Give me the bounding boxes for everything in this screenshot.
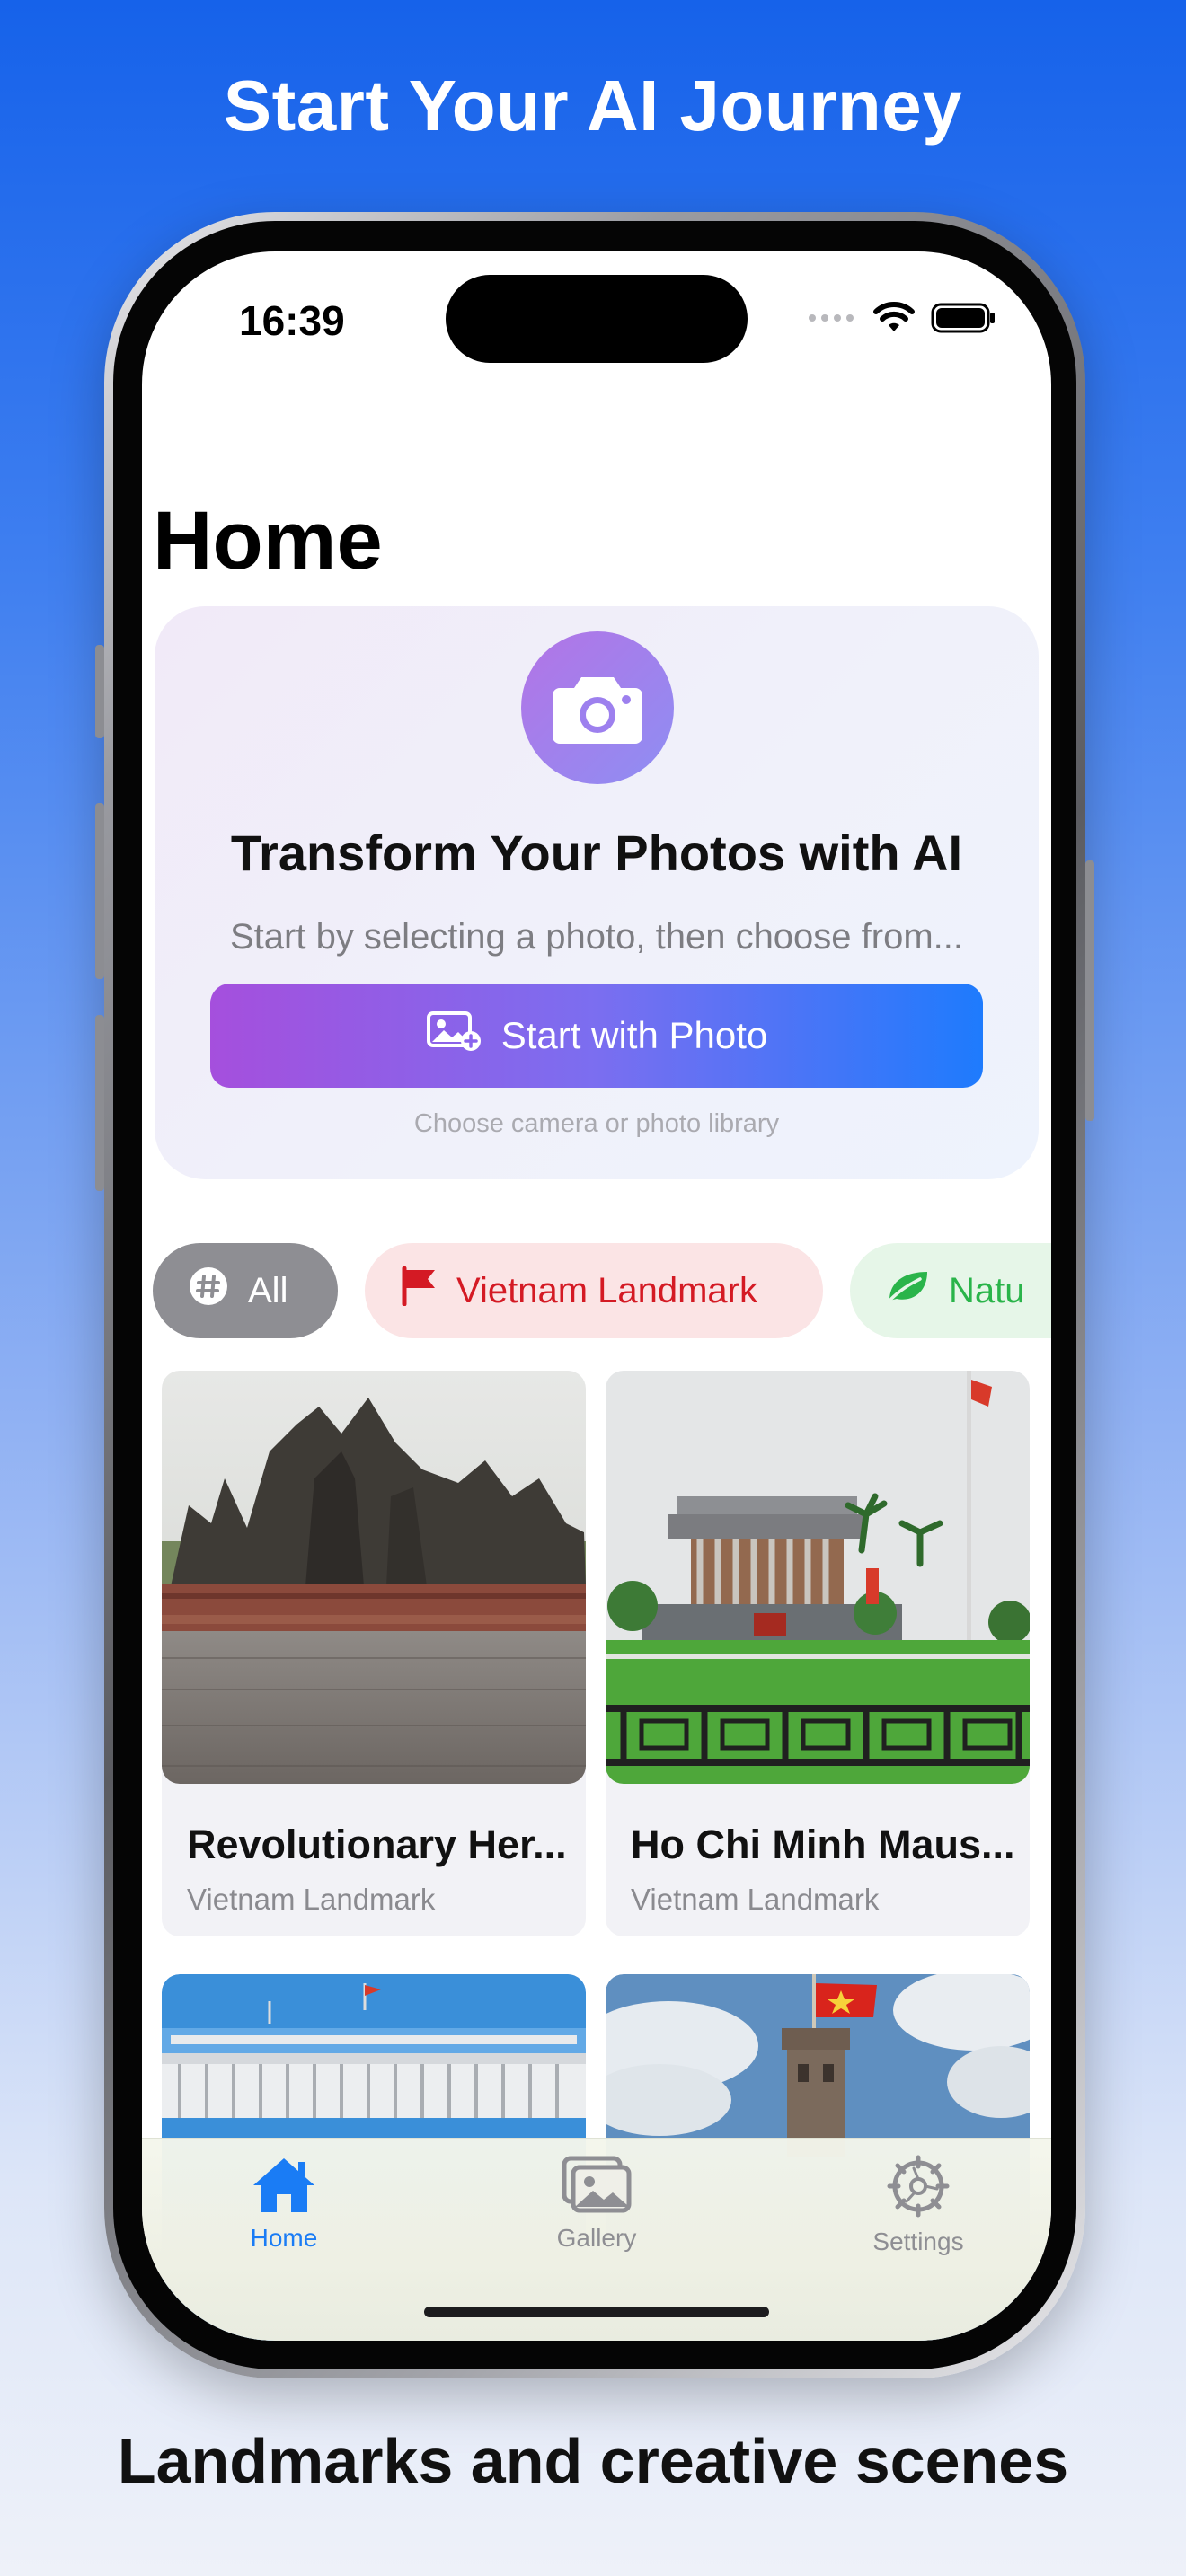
leaf-icon bbox=[886, 1268, 929, 1313]
marketing-headline: Start Your AI Journey bbox=[223, 66, 963, 146]
status-time: 16:39 bbox=[239, 297, 345, 344]
category-chip-nature[interactable]: Natu bbox=[850, 1243, 1051, 1338]
house-icon bbox=[252, 2158, 316, 2218]
volume-down-button bbox=[95, 1015, 104, 1191]
landmark-photo-mausoleum bbox=[606, 1371, 1030, 1784]
tab-home[interactable]: Home bbox=[194, 2155, 374, 2253]
category-chip-vietnam-landmark[interactable]: Vietnam Landmark bbox=[365, 1243, 823, 1338]
hero-hint: Choose camera or photo library bbox=[413, 1109, 780, 1138]
tab-label: Gallery bbox=[556, 2224, 637, 2252]
category-chip-label: Vietnam Landmark bbox=[456, 1270, 757, 1310]
marketing-caption: Landmarks and creative scenes bbox=[117, 2426, 1069, 2496]
card-category: Vietnam Landmark bbox=[631, 1883, 880, 1916]
hero-title: Transform Your Photos with AI bbox=[230, 825, 963, 881]
camera-icon bbox=[521, 631, 674, 784]
phone-screen: 16:39 Home Transform Your Photos with AI… bbox=[142, 251, 1051, 2341]
card-title: Revolutionary Her... bbox=[187, 1822, 567, 1867]
gear-icon bbox=[887, 2155, 950, 2221]
tab-label: Home bbox=[250, 2224, 318, 2252]
tab-label: Settings bbox=[872, 2228, 964, 2255]
start-with-photo-label: Start with Photo bbox=[500, 1014, 768, 1056]
category-chip-all[interactable]: All bbox=[153, 1243, 338, 1338]
flag-icon bbox=[401, 1266, 437, 1315]
hero-subtitle: Start by selecting a photo, then choose … bbox=[229, 917, 963, 957]
category-filter-bar: All Vietnam Landmark Natu bbox=[153, 1243, 1051, 1338]
wifi-icon bbox=[873, 302, 915, 339]
landmark-card[interactable]: Ho Chi Minh Maus... Vietnam Landmark bbox=[606, 1371, 1030, 1936]
grid-hash-icon bbox=[189, 1266, 228, 1315]
tab-gallery[interactable]: Gallery bbox=[507, 2155, 686, 2253]
category-chip-label: All bbox=[248, 1270, 288, 1310]
status-indicators bbox=[807, 302, 996, 339]
power-button bbox=[1085, 860, 1094, 1121]
category-chip-label: Natu bbox=[949, 1270, 1025, 1310]
photo-add-icon bbox=[426, 1010, 482, 1061]
action-button bbox=[95, 645, 104, 738]
landmark-card[interactable]: Revolutionary Her... Vietnam Landmark bbox=[162, 1371, 586, 1936]
hero-card: Transform Your Photos with AI Start by s… bbox=[155, 606, 1039, 1179]
home-indicator[interactable] bbox=[424, 2307, 769, 2317]
cellular-signal-icon bbox=[807, 312, 857, 329]
landmark-photo-monument bbox=[162, 1371, 586, 1784]
start-with-photo-button[interactable]: Start with Photo bbox=[210, 984, 983, 1088]
card-title: Ho Chi Minh Maus... bbox=[631, 1822, 1015, 1867]
photos-icon bbox=[561, 2156, 633, 2218]
card-category: Vietnam Landmark bbox=[187, 1883, 436, 1916]
tab-settings[interactable]: Settings bbox=[828, 2155, 1008, 2256]
battery-icon bbox=[931, 302, 996, 339]
dynamic-island bbox=[446, 275, 748, 363]
volume-up-button bbox=[95, 803, 104, 979]
page-title: Home bbox=[153, 495, 383, 587]
